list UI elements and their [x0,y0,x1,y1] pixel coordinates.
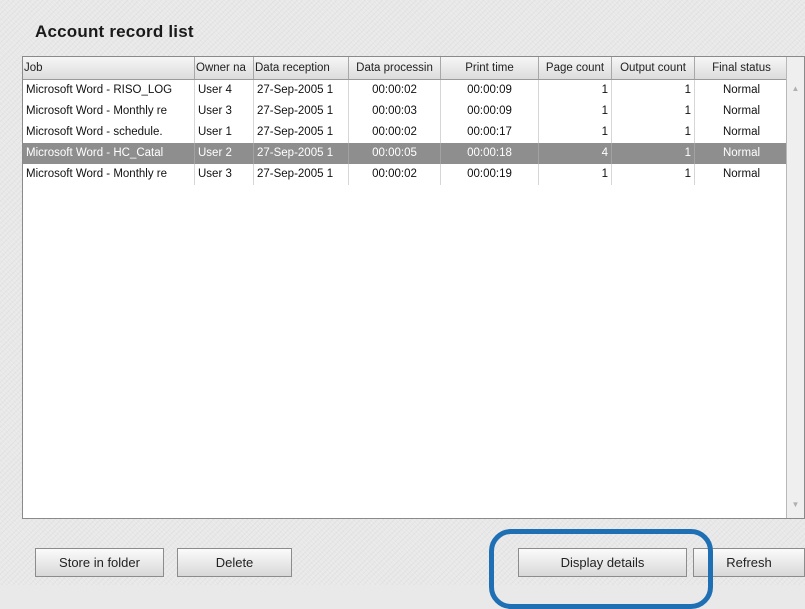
cell-job: Microsoft Word - Monthly re [23,164,195,185]
cell-page-count: 1 [539,164,612,185]
cell-final-status: Normal [695,122,789,143]
cell-final-status: Normal [695,164,789,185]
store-in-folder-button[interactable]: Store in folder [35,548,164,577]
cell-print-time: 00:00:09 [441,101,539,122]
cell-print-time: 00:00:19 [441,164,539,185]
page-title: Account record list [35,22,194,41]
cell-page-count: 4 [539,143,612,164]
column-header-data-reception[interactable]: Data reception [254,57,349,79]
cell-print-time: 00:00:09 [441,80,539,101]
cell-final-status: Normal [695,143,789,164]
cell-data-reception: 27-Sep-2005 1 [254,122,349,143]
cell-job: Microsoft Word - schedule. [23,122,195,143]
cell-data-reception: 27-Sep-2005 1 [254,80,349,101]
column-header-output-count[interactable]: Output count [612,57,695,79]
cell-data-processing: 00:00:02 [349,164,441,185]
column-header-print-time[interactable]: Print time [441,57,539,79]
cell-final-status: Normal [695,101,789,122]
column-header-job[interactable]: Job [23,57,195,79]
account-record-table: Job Owner na Data reception Data process… [22,56,805,519]
cell-output-count: 1 [612,80,695,101]
cell-owner: User 3 [195,164,254,185]
column-header-owner[interactable]: Owner na [195,57,254,79]
cell-data-reception: 27-Sep-2005 1 [254,164,349,185]
cell-job: Microsoft Word - Monthly re [23,101,195,122]
cell-data-processing: 00:00:02 [349,80,441,101]
cell-data-reception: 27-Sep-2005 1 [254,101,349,122]
table-row[interactable]: Microsoft Word - Monthly re User 3 27-Se… [23,164,789,185]
cell-owner: User 3 [195,101,254,122]
column-header-page-count[interactable]: Page count [539,57,612,79]
cell-output-count: 1 [612,164,695,185]
cell-job: Microsoft Word - RISO_LOG [23,80,195,101]
cell-owner: User 2 [195,143,254,164]
cell-owner: User 1 [195,122,254,143]
cell-data-processing: 00:00:03 [349,101,441,122]
cell-output-count: 1 [612,101,695,122]
cell-output-count: 1 [612,143,695,164]
table-body: Microsoft Word - RISO_LOG User 4 27-Sep-… [23,80,789,185]
column-header-data-processing[interactable]: Data processin [349,57,441,79]
highlight-callout [489,529,713,609]
cell-data-processing: 00:00:05 [349,143,441,164]
scroll-up-arrow-icon[interactable]: ▲ [788,81,803,96]
delete-button[interactable]: Delete [177,548,292,577]
table-row-selected[interactable]: Microsoft Word - HC_Catal User 2 27-Sep-… [23,143,789,164]
cell-final-status: Normal [695,80,789,101]
cell-page-count: 1 [539,80,612,101]
cell-print-time: 00:00:17 [441,122,539,143]
column-header-final-status[interactable]: Final status [695,57,789,79]
table-row[interactable]: Microsoft Word - RISO_LOG User 4 27-Sep-… [23,80,789,101]
cell-data-reception: 27-Sep-2005 1 [254,143,349,164]
cell-owner: User 4 [195,80,254,101]
cell-job: Microsoft Word - HC_Catal [23,143,195,164]
cell-output-count: 1 [612,122,695,143]
scroll-down-arrow-icon[interactable]: ▼ [788,497,803,512]
table-row[interactable]: Microsoft Word - Monthly re User 3 27-Se… [23,101,789,122]
vertical-scrollbar[interactable]: ▲ ▼ [786,57,804,518]
cell-data-processing: 00:00:02 [349,122,441,143]
cell-page-count: 1 [539,101,612,122]
table-row[interactable]: Microsoft Word - schedule. User 1 27-Sep… [23,122,789,143]
cell-page-count: 1 [539,122,612,143]
cell-print-time: 00:00:18 [441,143,539,164]
table-header: Job Owner na Data reception Data process… [23,57,789,80]
